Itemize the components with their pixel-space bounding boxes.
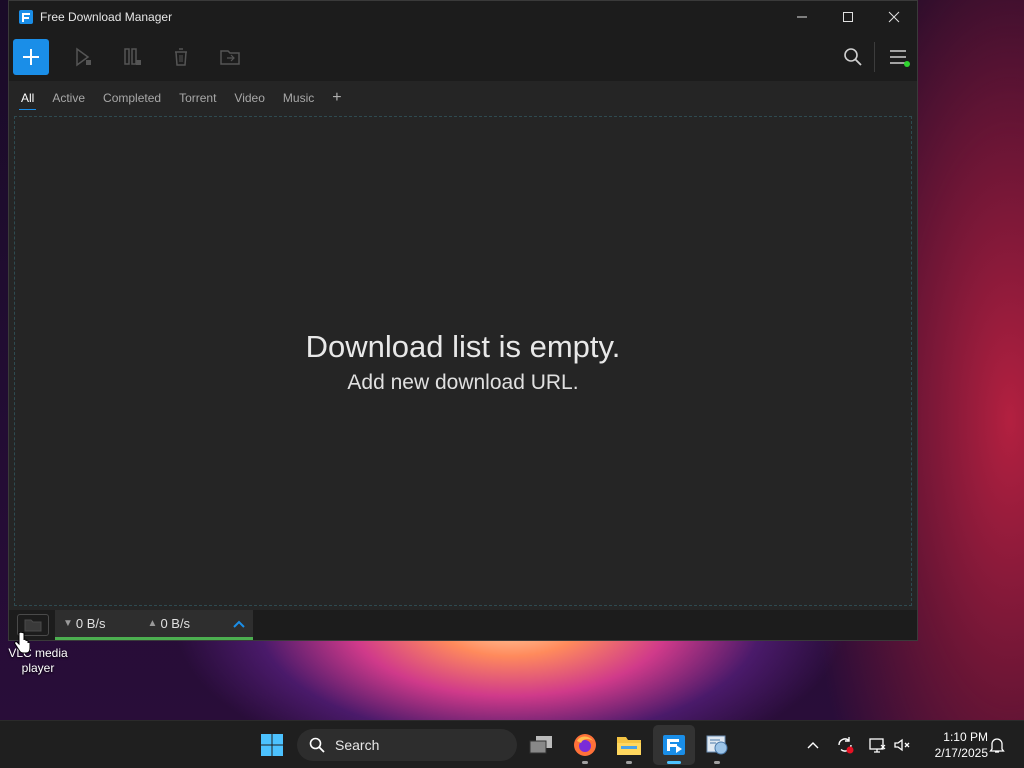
fdm-taskbar-button[interactable] [658, 729, 690, 764]
download-speed-value: 0 B/s [75, 616, 106, 631]
toolbar-separator [874, 41, 875, 72]
firefox-icon [574, 734, 596, 756]
sync-tray-button[interactable] [834, 721, 856, 768]
app-logo-icon [19, 10, 33, 24]
task-view-icon [529, 736, 552, 754]
clock-time: 1:10 PM [943, 730, 988, 744]
play-icon [76, 47, 91, 66]
firefox-taskbar-button[interactable] [569, 729, 601, 764]
app-window: Free Download Manager All Active Complet… [8, 0, 918, 641]
tab-video[interactable]: Video [228, 87, 270, 109]
file-explorer-taskbar-button[interactable] [613, 729, 645, 764]
chevron-up-icon[interactable] [233, 617, 245, 631]
network-tray-button[interactable] [866, 721, 888, 768]
fdm-app-icon [663, 735, 685, 755]
pause-icon [124, 47, 141, 65]
status-dot [904, 60, 910, 67]
search-icon [309, 737, 325, 753]
pause-button[interactable] [117, 42, 147, 72]
add-download-button[interactable] [13, 38, 49, 75]
filter-tabs: All Active Completed Torrent Video Music… [9, 81, 917, 114]
main-menu-button[interactable] [883, 42, 913, 72]
windows-logo-icon [261, 734, 283, 756]
trash-icon [175, 47, 187, 66]
tab-completed[interactable]: Completed [97, 87, 167, 109]
network-icon [869, 738, 886, 753]
minimize-button[interactable] [779, 1, 825, 33]
empty-list-title: Download list is empty. [305, 329, 621, 364]
chevron-up-icon [807, 742, 819, 749]
control-panel-icon [706, 735, 728, 755]
tab-all[interactable]: All [15, 87, 40, 110]
start-button[interactable] [256, 729, 288, 761]
close-button[interactable] [871, 1, 917, 33]
folder-icon [24, 619, 42, 632]
plus-icon [23, 48, 39, 65]
volume-tray-button[interactable] [891, 721, 913, 768]
down-arrow-icon: ▼ [63, 618, 73, 629]
up-arrow-icon: ▲ [147, 618, 158, 629]
tab-torrent[interactable]: Torrent [173, 87, 222, 109]
close-icon [888, 11, 900, 23]
empty-list-subtitle: Add new download URL. [347, 371, 579, 394]
folder-icon [617, 737, 641, 755]
control-panel-taskbar-button[interactable] [701, 729, 733, 764]
search-button[interactable] [838, 42, 868, 72]
download-list-dropzone[interactable]: Download list is empty. Add new download… [14, 116, 912, 606]
taskbar-search[interactable]: Search [297, 729, 517, 761]
clock-date: 2/17/2025 [934, 746, 988, 760]
taskbar-search-label: Search [335, 737, 380, 753]
speed-indicator[interactable]: ▼ 0 B/s ▲ 0 B/s [55, 610, 253, 640]
show-hidden-icons-button[interactable] [802, 721, 824, 768]
notifications-button[interactable] [986, 721, 1008, 768]
delete-button[interactable] [166, 42, 196, 72]
search-icon [844, 47, 862, 66]
tab-music[interactable]: Music [277, 87, 320, 109]
tab-active[interactable]: Active [46, 87, 91, 109]
minimize-icon [797, 16, 807, 18]
toolbar [9, 33, 917, 81]
upload-speed-value: 0 B/s [160, 616, 191, 631]
task-view-button[interactable] [525, 729, 557, 761]
bell-icon [989, 738, 1005, 753]
sync-icon [838, 737, 854, 754]
status-bar: ▼ 0 B/s ▲ 0 B/s [9, 610, 917, 640]
system-clock[interactable]: 1:10 PM 2/17/2025 [918, 729, 988, 761]
title-bar[interactable]: Free Download Manager [9, 1, 917, 33]
add-tab-button[interactable]: + [326, 87, 347, 109]
move-to-folder-button[interactable] [215, 42, 245, 72]
maximize-button[interactable] [825, 1, 871, 33]
upload-speed: ▲ 0 B/s [148, 616, 191, 631]
taskbar: Search 1:10 PM 2/17/2025 [0, 720, 1024, 768]
download-speed: ▼ 0 B/s [63, 616, 106, 631]
window-title: Free Download Manager [40, 10, 173, 24]
maximize-icon [843, 12, 853, 22]
folder-move-icon [220, 49, 240, 65]
hand-cursor-icon [14, 632, 30, 654]
resume-button[interactable] [68, 42, 98, 72]
volume-muted-icon [894, 738, 910, 752]
